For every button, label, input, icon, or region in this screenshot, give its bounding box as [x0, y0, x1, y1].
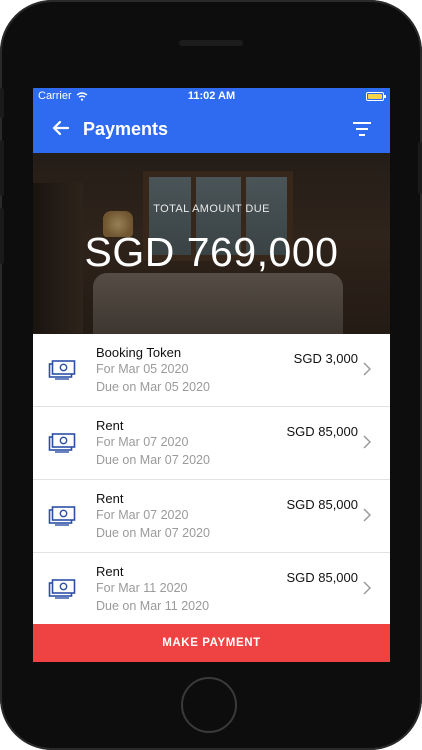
payment-for-date: For Mar 11 2020: [96, 581, 188, 595]
payment-for-date: For Mar 07 2020: [96, 508, 189, 522]
money-icon: [48, 360, 76, 380]
page-title: Payments: [83, 119, 169, 139]
chevron-right-icon: [363, 362, 371, 376]
speaker-slot: [179, 40, 243, 46]
status-time: 11:02 AM: [187, 90, 236, 102]
payment-amount: SGD 85,000: [286, 424, 358, 439]
chevron-right-icon: [363, 581, 371, 595]
nav-bar: Payments: [33, 105, 390, 153]
payment-due-date: Due on Mar 05 2020: [96, 380, 210, 394]
payment-for-date: For Mar 07 2020: [96, 435, 189, 449]
payment-name: Rent: [96, 491, 124, 506]
chevron-right-icon: [363, 508, 371, 522]
payment-row[interactable]: Booking Token For Mar 05 2020 Due on Mar…: [33, 334, 390, 407]
chevron-right-icon: [363, 435, 371, 449]
payment-amount: SGD 85,000: [286, 497, 358, 512]
payment-row[interactable]: Rent For Mar 07 2020 Due on Mar 07 2020 …: [33, 407, 390, 480]
payment-due-date: Due on Mar 07 2020: [96, 453, 210, 467]
payment-name: Rent: [96, 564, 124, 579]
status-bar: Carrier 11:02 AM: [33, 88, 390, 105]
app-screen: Carrier 11:02 AM Payments TOTAL AMOUNT D…: [33, 88, 390, 662]
make-payment-button[interactable]: MAKE PAYMENT: [33, 624, 390, 662]
payment-due-date: Due on Mar 07 2020: [96, 526, 210, 540]
payment-row[interactable]: Rent For Mar 11 2020 Due on Mar 11 2020 …: [33, 553, 390, 626]
money-icon: [48, 506, 76, 526]
payment-name: Booking Token: [96, 345, 182, 360]
payment-name: Rent: [96, 418, 124, 433]
payment-due-date: Due on Mar 11 2020: [96, 599, 210, 613]
volume-up-button: [0, 140, 4, 196]
money-icon: [48, 433, 76, 453]
phone-frame: Carrier 11:02 AM Payments TOTAL AMOUNT D…: [0, 0, 422, 750]
payment-for-date: For Mar 05 2020: [96, 362, 189, 376]
home-button[interactable]: [181, 677, 237, 733]
payment-amount: SGD 85,000: [286, 570, 358, 585]
total-due-amount: SGD 769,000: [84, 229, 339, 275]
summary-banner: TOTAL AMOUNT DUE SGD 769,000: [33, 153, 390, 334]
payment-list: Booking Token For Mar 05 2020 Due on Mar…: [33, 334, 390, 626]
payment-row[interactable]: Rent For Mar 07 2020 Due on Mar 07 2020 …: [33, 480, 390, 553]
money-icon: [48, 579, 76, 599]
arrow-left-icon[interactable]: [51, 118, 71, 138]
power-button: [418, 142, 422, 194]
volume-down-button: [0, 208, 4, 264]
mute-switch: [0, 88, 4, 118]
filter-icon[interactable]: [352, 119, 372, 139]
payment-amount: SGD 3,000: [293, 351, 358, 366]
battery-icon: [366, 92, 386, 101]
total-due-label: TOTAL AMOUNT DUE: [153, 203, 270, 215]
